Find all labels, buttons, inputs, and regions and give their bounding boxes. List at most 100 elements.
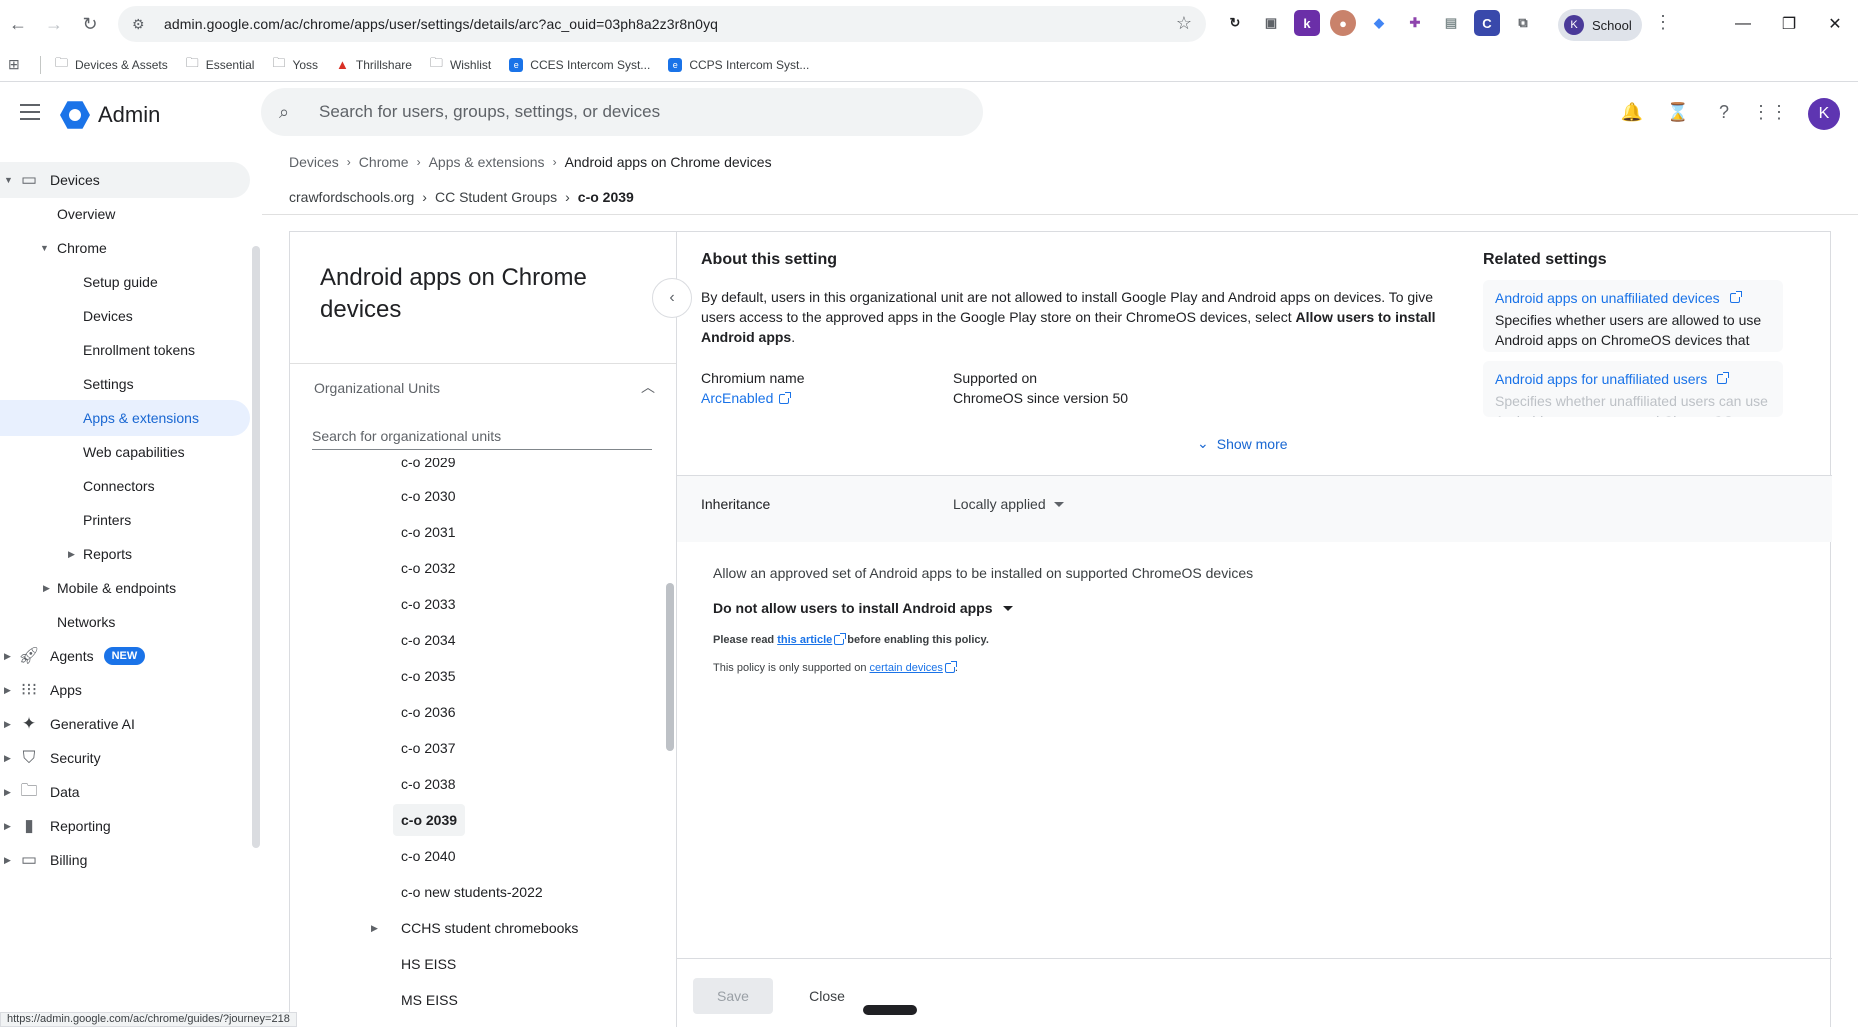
org-unit-item[interactable]: c-o 2036 [393,696,463,728]
extension-cast-icon[interactable]: ▤ [1438,10,1464,36]
browser-menu-icon[interactable]: ⋮ [1654,12,1672,33]
nav-apps-extensions[interactable]: Apps & extensions [0,400,250,436]
org-unit-item[interactable]: c-o 2029 [393,458,463,478]
back-icon[interactable]: ← [0,6,36,42]
nav-enrollment-tokens[interactable]: Enrollment tokens [0,332,195,368]
nav-apps[interactable]: ▶ ⁝⁝⁝ Apps [0,672,82,708]
related-setting-card[interactable]: Android apps on unaffiliated devices Spe… [1483,280,1783,352]
org-unit-item[interactable]: c-o 2037 [393,732,463,764]
org-unit-item[interactable]: c-o 2031 [393,516,463,548]
bookmark-star-icon[interactable]: ☆ [1176,13,1192,34]
related-setting-card[interactable]: Android apps for unaffiliated users Spec… [1483,361,1783,417]
org-unit-item[interactable]: c-o 2034 [393,624,463,656]
nav-chrome-devices[interactable]: Devices [0,298,133,334]
org-unit-breadcrumb: crawfordschools.org › CC Student Groups … [289,186,634,208]
nav-setup-guide[interactable]: Setup guide [0,264,158,300]
minimize-icon[interactable]: — [1720,0,1766,48]
nav-billing[interactable]: ▶ ▭ Billing [0,842,87,878]
nav-connectors[interactable]: Connectors [0,468,155,504]
collapse-panel-button[interactable]: ‹ [652,278,692,318]
nav-settings[interactable]: Settings [0,366,134,402]
org-unit-item[interactable]: c-o 2040 [393,840,463,872]
bookmark-item[interactable]: 🗀 Devices & Assets [55,54,168,76]
admin-logo[interactable]: Admin [60,100,160,130]
site-info-icon[interactable]: ⚙ [132,16,152,33]
org-unit-search-field[interactable] [312,427,652,444]
org-unit-item[interactable]: c-o new students-2022 [393,876,551,908]
url-text[interactable]: admin.google.com/ac/chrome/apps/user/set… [164,16,718,32]
nav-chrome[interactable]: ▼ Chrome [0,230,107,266]
org-unit-item[interactable]: c-o 2033 [393,588,463,620]
profile-button[interactable]: K School [1558,9,1642,41]
nav-reporting[interactable]: ▶ ▮ Reporting [0,808,111,844]
apps-grid-icon[interactable]: ⊞ [8,56,28,73]
close-button[interactable]: Close [797,978,857,1014]
bookmark-item[interactable]: 🗀 Essential [186,54,255,76]
related-setting-link[interactable]: Android apps for unaffiliated users [1495,371,1771,387]
bookmark-item[interactable]: e CCES Intercom Syst... [509,57,650,72]
nav-networks[interactable]: Networks [0,604,115,640]
extension-puzzle-purple-icon[interactable]: ✚ [1402,10,1428,36]
org-crumb-group[interactable]: CC Student Groups [435,189,557,205]
drag-handle[interactable] [863,1005,917,1015]
bookmark-item[interactable]: 🗀 Wishlist [430,54,491,76]
breadcrumb-devices[interactable]: Devices [289,154,339,170]
show-more-button[interactable]: ⌄ Show more [1197,435,1288,452]
certain-devices-link[interactable]: certain devices [870,662,943,674]
org-unit-item[interactable]: c-o 2030 [393,480,463,512]
address-bar[interactable]: ⚙ admin.google.com/ac/chrome/apps/user/s… [118,6,1206,42]
nav-scrollbar[interactable] [252,246,260,848]
collapsed-triangle-icon[interactable]: ▶ [371,923,378,934]
org-unit-search-input[interactable] [312,422,652,450]
nav-generative-ai[interactable]: ▶ ✦ Generative AI [0,706,135,742]
chromium-name-link[interactable]: ArcEnabled [701,390,792,406]
org-unit-item[interactable]: HS EISS [393,948,464,980]
account-avatar[interactable]: K [1808,98,1840,130]
nav-agents[interactable]: ▶ 🚀︎ Agents NEW [0,638,146,674]
org-unit-item[interactable]: c-o 2035 [393,660,463,692]
nav-reports[interactable]: ▶ Reports [0,536,132,572]
bookmark-item[interactable]: ▲ Thrillshare [336,57,412,72]
extension-sync-icon[interactable]: ↻ [1222,10,1248,36]
org-unit-item-expandable[interactable]: ▶ CCHS student chromebooks [371,912,586,944]
tasks-hourglass-icon[interactable]: ⌛ [1664,98,1692,126]
nav-devices[interactable]: ▼ ▭ Devices [0,162,250,198]
notifications-bell-icon[interactable]: 🔔 [1618,98,1646,126]
nav-mobile-endpoints[interactable]: ▶ Mobile & endpoints [0,570,176,606]
restore-icon[interactable]: ❐ [1766,0,1812,48]
google-apps-grid-icon[interactable]: ⋮⋮ [1752,98,1788,126]
extensions-puzzle-icon[interactable]: ⧉ [1510,10,1536,36]
org-crumb-root[interactable]: crawfordschools.org [289,189,414,205]
extension-avatar-icon[interactable]: ● [1330,10,1356,36]
org-unit-scrollbar[interactable] [666,583,674,751]
org-unit-item[interactable]: c-o 2032 [393,552,463,584]
extension-c-icon[interactable]: C [1474,10,1500,36]
this-article-link[interactable]: this article [777,634,832,646]
extension-diamond-icon[interactable]: ◆ [1366,10,1392,36]
chevron-up-icon[interactable]: ︿ [641,377,655,397]
extension-k-icon[interactable]: k [1294,10,1320,36]
inheritance-dropdown[interactable]: Locally applied [953,496,1064,512]
breadcrumb-chrome[interactable]: Chrome [359,154,409,170]
org-unit-item[interactable]: MS EISS [393,984,466,1016]
reload-icon[interactable]: ↻ [72,6,108,42]
nav-data[interactable]: ▶ 🗀 Data [0,774,80,810]
help-icon[interactable]: ? [1710,98,1738,126]
bookmark-item[interactable]: e CCPS Intercom Syst... [668,57,809,72]
nav-overview[interactable]: Overview [0,196,115,232]
admin-search-bar[interactable]: ⌕ Search for users, groups, settings, or… [261,88,983,136]
extension-camera-icon[interactable]: ▣ [1258,10,1284,36]
bookmark-item[interactable]: 🗀 Yoss [272,54,318,76]
org-unit-item[interactable]: c-o 2038 [393,768,463,800]
nav-web-capabilities[interactable]: Web capabilities [0,434,185,470]
main-menu-icon[interactable] [20,104,40,120]
org-unit-item-selected[interactable]: c-o 2039 [393,804,466,836]
window-close-icon[interactable]: ✕ [1812,0,1858,48]
related-setting-link[interactable]: Android apps on unaffiliated devices [1495,290,1771,306]
policy-select[interactable]: Do not allow users to install Android ap… [713,600,1013,616]
breadcrumb-apps-extensions[interactable]: Apps & extensions [429,154,545,170]
save-button[interactable]: Save [693,978,773,1014]
nav-printers[interactable]: Printers [0,502,131,538]
nav-security[interactable]: ▶ ⛉ Security [0,740,101,776]
forward-icon[interactable]: → [36,6,72,42]
